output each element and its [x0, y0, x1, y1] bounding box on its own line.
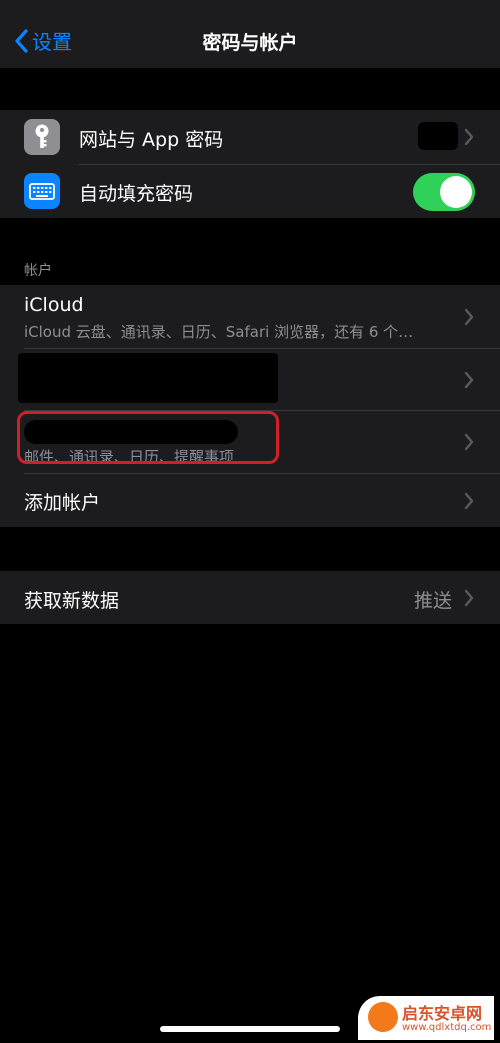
- account-detail: iCloud 云盘、通讯录、日历、Safari 浏览器，还有 6 个…: [24, 323, 414, 341]
- chevron-right-icon: [464, 589, 474, 607]
- fetch-value: 推送: [413, 590, 452, 612]
- add-account-row[interactable]: 添加帐户: [0, 474, 500, 527]
- account-row-highlighted[interactable]: 邮件、通讯录、日历、提醒事项: [0, 411, 500, 473]
- autofill-passwords-row: 自动填充密码: [0, 165, 500, 218]
- toggle-knob: [440, 176, 472, 208]
- redacted-count: [418, 122, 458, 150]
- page-title: 密码与帐户: [202, 32, 298, 54]
- website-app-passwords-label: 网站与 App 密码: [79, 129, 224, 151]
- section-header-accounts: 帐户: [24, 263, 52, 279]
- account-name: iCloud: [24, 294, 84, 316]
- chevron-right-icon: [464, 128, 474, 146]
- watermark-logo-icon: [368, 1002, 398, 1032]
- website-app-passwords-row[interactable]: 网站与 App 密码: [0, 110, 500, 164]
- passwords-group: 网站与 App 密码 自动填充密码: [0, 110, 500, 218]
- watermark-name: 启东安卓网: [402, 1004, 483, 1023]
- accounts-group: iCloud iCloud 云盘、通讯录、日历、Safari 浏览器，还有 6 …: [0, 285, 500, 527]
- home-indicator[interactable]: [160, 1026, 340, 1032]
- autofill-toggle[interactable]: [413, 173, 475, 211]
- keyboard-icon: [24, 173, 60, 209]
- chevron-right-icon: [464, 433, 474, 451]
- fetch-new-data-row[interactable]: 获取新数据 推送: [0, 571, 500, 624]
- navigation-bar: 设置 密码与帐户: [0, 0, 500, 68]
- chevron-right-icon: [464, 308, 474, 326]
- redacted-account: [18, 353, 278, 403]
- fetch-new-data-label: 获取新数据: [24, 590, 120, 612]
- watermark-url: www.qdlxtdq.com: [402, 1022, 492, 1033]
- add-account-label: 添加帐户: [24, 492, 101, 514]
- key-icon: [24, 119, 60, 155]
- watermark: 启东安卓网 www.qdlxtdq.com: [358, 996, 494, 1040]
- autofill-passwords-label: 自动填充密码: [79, 183, 194, 205]
- account-row-icloud[interactable]: iCloud iCloud 云盘、通讯录、日历、Safari 浏览器，还有 6 …: [0, 285, 500, 348]
- account-row-redacted[interactable]: [0, 349, 500, 410]
- chevron-right-icon: [464, 492, 474, 510]
- chevron-right-icon: [464, 371, 474, 389]
- fetch-group: 获取新数据 推送: [0, 571, 500, 624]
- highlight-outline: [17, 411, 279, 464]
